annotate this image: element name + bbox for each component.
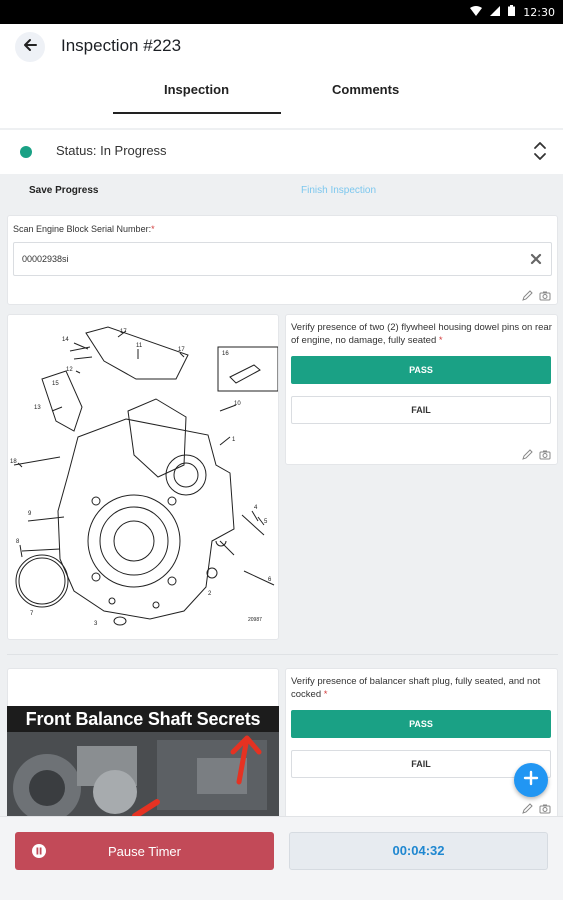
serial-field-label: Scan Engine Block Serial Number:* — [13, 224, 155, 234]
callout-17a: 17 — [120, 329, 127, 335]
callout-4: 4 — [254, 505, 258, 511]
system-status-bar: 12:30 — [0, 0, 563, 24]
callout-2: 2 — [208, 591, 212, 597]
pencil-icon[interactable] — [522, 447, 533, 465]
video-thumbnail[interactable]: Front Balance Shaft Secrets — [7, 706, 279, 816]
signal-icon — [490, 5, 501, 19]
required-mark: * — [151, 224, 155, 234]
clock: 12:30 — [523, 5, 555, 19]
question-card-2: Verify presence of balancer shaft plug, … — [285, 668, 558, 818]
required-mark: * — [438, 335, 443, 346]
active-tab-indicator — [113, 112, 281, 114]
timer-bar: Pause Timer 00:04:32 — [0, 816, 563, 900]
status-label: Status: In Progress — [56, 143, 167, 158]
pencil-icon[interactable] — [522, 288, 533, 306]
callout-9: 9 — [28, 511, 32, 517]
callout-3: 3 — [94, 621, 98, 627]
arrow-left-icon — [22, 37, 38, 58]
pass-button[interactable]: PASS — [291, 356, 551, 384]
video-title: Front Balance Shaft Secrets — [7, 706, 279, 732]
page-title: Inspection #223 — [61, 36, 182, 55]
clear-icon[interactable] — [529, 252, 543, 271]
question-card-1: Verify presence of two (2) flywheel hous… — [285, 314, 558, 465]
status-selector[interactable]: Status: In Progress — [0, 130, 563, 174]
engine-diagram: 14 17 11 17 12 13 15 16 10 1 18 9 8 4 5 … — [7, 314, 279, 640]
callout-12: 12 — [66, 367, 73, 373]
pass-button[interactable]: PASS — [291, 710, 551, 738]
chevron-up-down-icon — [533, 140, 547, 167]
camera-icon[interactable] — [539, 288, 551, 306]
serial-number-value: 00002938si — [22, 254, 69, 264]
card-tools — [522, 288, 551, 306]
tab-comments[interactable]: Comments — [332, 82, 399, 97]
callout-10: 10 — [234, 401, 241, 407]
callout-15: 15 — [52, 381, 59, 387]
back-button[interactable] — [15, 32, 45, 62]
add-button[interactable] — [514, 763, 548, 797]
app-header: Inspection #223 Inspection Comments — [0, 24, 563, 128]
pause-timer-button[interactable]: Pause Timer — [15, 832, 274, 870]
callout-5: 5 — [264, 519, 268, 525]
save-progress-button[interactable]: Save Progress — [29, 185, 99, 196]
serial-number-input[interactable]: 00002938si — [13, 242, 552, 276]
action-row: Save Progress Finish Inspection — [0, 176, 563, 208]
callout-14: 14 — [62, 337, 69, 343]
plus-icon — [523, 770, 539, 791]
callout-6: 6 — [268, 577, 272, 583]
callout-11: 11 — [136, 343, 143, 349]
section-divider — [7, 654, 558, 655]
pause-timer-label: Pause Timer — [108, 844, 181, 859]
engine-photo — [7, 732, 279, 816]
status-dot — [20, 146, 32, 158]
camera-icon[interactable] — [539, 447, 551, 465]
flywheel-housing-diagram: 14 17 11 17 12 13 15 16 10 1 18 9 8 4 5 … — [10, 326, 279, 627]
tab-bar: Inspection Comments — [0, 74, 563, 114]
callout-13: 13 — [34, 405, 41, 411]
card-tools — [522, 447, 551, 465]
callout-17b: 17 — [178, 347, 185, 353]
question-text: Verify presence of balancer shaft plug, … — [291, 676, 541, 700]
fail-button[interactable]: FAIL — [291, 396, 551, 424]
tab-inspection[interactable]: Inspection — [164, 82, 229, 97]
fail-button[interactable]: FAIL — [291, 750, 551, 778]
finish-inspection-button[interactable]: Finish Inspection — [301, 185, 376, 196]
diagram-id: 20987 — [248, 617, 262, 623]
battery-icon — [508, 5, 516, 19]
callout-16: 16 — [222, 351, 229, 357]
callout-7: 7 — [30, 611, 34, 617]
required-mark: * — [323, 689, 328, 700]
callout-8: 8 — [16, 539, 20, 545]
wifi-icon — [470, 5, 483, 19]
callout-1: 1 — [232, 437, 236, 443]
serial-number-card: Scan Engine Block Serial Number:* 000029… — [7, 215, 558, 305]
question-text: Verify presence of two (2) flywheel hous… — [291, 322, 552, 346]
callout-18: 18 — [10, 459, 17, 465]
elapsed-timer: 00:04:32 — [289, 832, 548, 870]
